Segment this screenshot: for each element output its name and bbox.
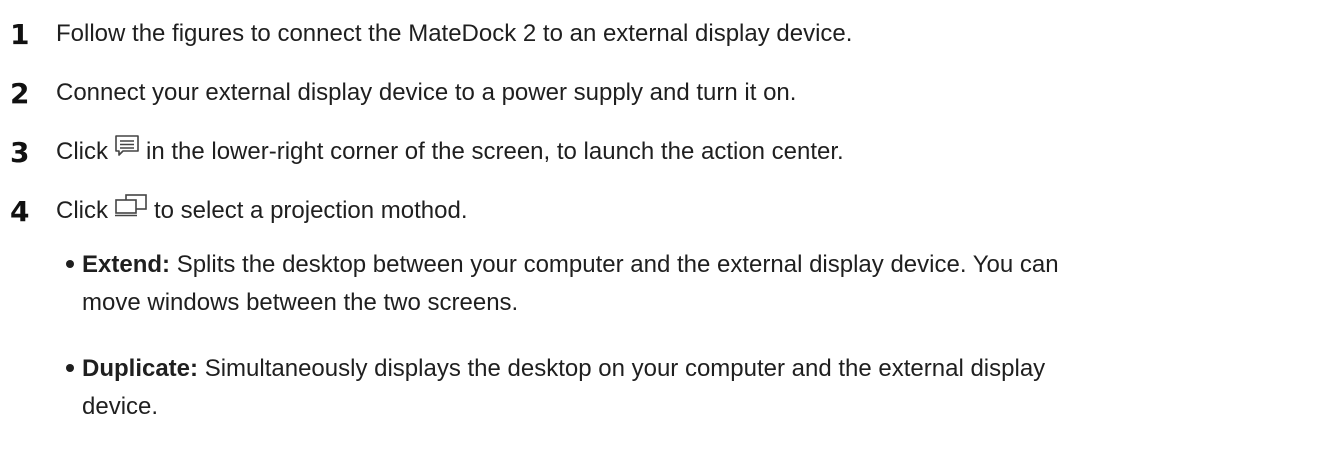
step-number: 3 xyxy=(10,135,30,169)
step-text-before: Click xyxy=(56,197,108,224)
step-1: 1 Follow the figures to connect the Mate… xyxy=(10,14,852,54)
bullet-term: Extend: xyxy=(82,251,171,278)
action-center-icon xyxy=(114,134,140,163)
project-icon xyxy=(114,193,148,222)
bullet-duplicate: Duplicate: Simultaneously displays the d… xyxy=(66,350,1306,426)
step-text: Follow the figures to connect the MateDo… xyxy=(56,20,853,47)
bullet-text-continued: device. xyxy=(82,393,159,420)
step-number: 2 xyxy=(10,76,30,110)
bullet-term: Duplicate: xyxy=(82,355,199,382)
bullet-text: Splits the desktop between your computer… xyxy=(176,251,1059,278)
bullet-text: Simultaneously displays the desktop on y… xyxy=(204,355,1046,382)
step-text-after: in the lower-right corner of the screen,… xyxy=(146,138,844,165)
step-2: 2 Connect your external display device t… xyxy=(10,73,796,113)
bullet-text-continued: move windows between the two screens. xyxy=(82,289,519,316)
step-4: 4 Click to select a projection mothod. xyxy=(10,191,468,231)
bullet-dot-icon xyxy=(66,259,74,268)
bullet-dot-icon xyxy=(66,363,74,372)
step-number: 4 xyxy=(10,194,30,228)
step-number: 1 xyxy=(10,17,30,51)
step-text-after: to select a projection mothod. xyxy=(154,197,468,224)
bullet-extend: Extend: Splits the desktop between your … xyxy=(66,246,1306,322)
step-text: Connect your external display device to … xyxy=(56,79,797,106)
step-3: 3 Click in the lower-right corner of the… xyxy=(10,132,844,172)
step-text-before: Click xyxy=(56,138,108,165)
